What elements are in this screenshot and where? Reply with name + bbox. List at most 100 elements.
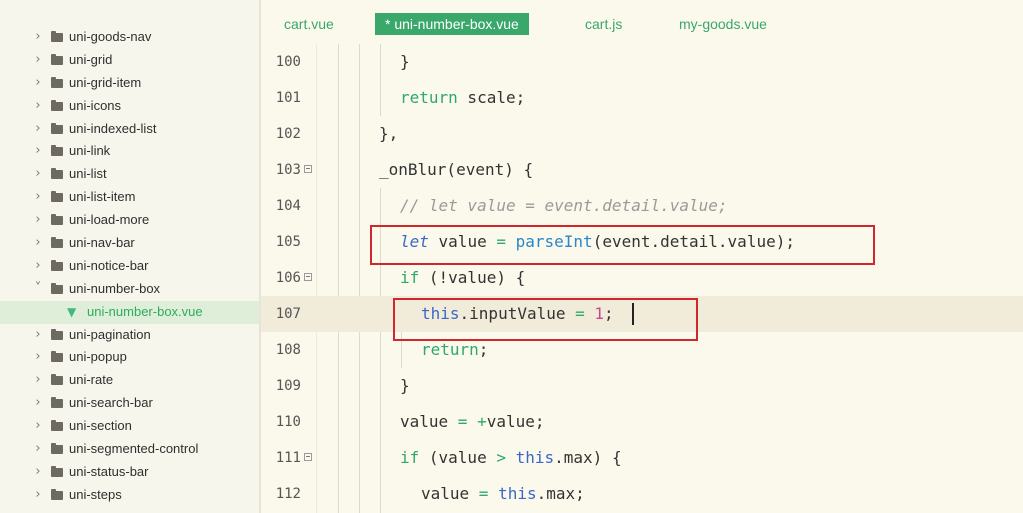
line-number: 101	[275, 90, 301, 106]
line-code: }	[400, 52, 410, 71]
code-line[interactable]: 112 value = this.max;	[261, 476, 1023, 512]
tree-item-label: uni-indexed-list	[69, 120, 157, 136]
line-number: 112	[275, 486, 301, 502]
folder-icon	[51, 76, 63, 88]
tree-item-label: uni-segmented-control	[69, 441, 199, 457]
chevron-right-icon[interactable]: ›	[33, 140, 43, 163]
line-code: }	[400, 376, 410, 395]
folder-icon	[51, 351, 63, 363]
tree-item-label: uni-grid	[69, 51, 113, 67]
highlight-box-line-105	[370, 225, 875, 265]
tree-folder-item[interactable]: › uni-section	[0, 415, 259, 438]
chevron-right-icon[interactable]: ›	[33, 324, 43, 347]
chevron-right-icon[interactable]: ›	[33, 26, 43, 49]
fold-toggle-icon[interactable]	[304, 165, 312, 173]
line-number: 109	[275, 378, 301, 394]
code-line[interactable]: 103 _onBlur(event) {	[261, 152, 1023, 188]
code-line[interactable]: 110 value = +value;	[261, 404, 1023, 440]
folder-icon	[51, 191, 63, 203]
tree-item-label: uni-load-more	[69, 212, 150, 228]
tree-folder-item[interactable]: › uni-load-more	[0, 209, 259, 232]
folder-icon	[51, 420, 63, 432]
folder-icon	[51, 237, 63, 249]
folder-icon	[51, 443, 63, 455]
chevron-right-icon[interactable]: ›	[33, 346, 43, 369]
chevron-down-icon[interactable]: ˅	[33, 278, 43, 301]
fold-toggle-icon[interactable]	[304, 273, 312, 281]
tree-folder-item[interactable]: › uni-search-bar	[0, 392, 259, 415]
tab-my-goods-vue[interactable]: my-goods.vue	[679, 13, 767, 35]
tree-item-label: uni-grid-item	[69, 74, 142, 90]
tree-item-label: uni-nav-bar	[69, 235, 135, 251]
line-number: 102	[275, 126, 301, 142]
line-number: 110	[275, 414, 301, 430]
chevron-right-icon[interactable]: ›	[33, 95, 43, 118]
tree-folder-item[interactable]: › uni-status-bar	[0, 461, 259, 484]
tree-folder-item[interactable]: › uni-rate	[0, 369, 259, 392]
folder-icon	[51, 168, 63, 180]
line-number: 100	[275, 54, 301, 70]
line-number: 107	[275, 306, 301, 322]
chevron-right-icon[interactable]: ›	[33, 461, 43, 484]
code-line[interactable]: 109 }	[261, 368, 1023, 404]
code-editor[interactable]: 100 } 101 return scale; 102 }, 103 _onBl…	[261, 44, 1023, 513]
tree-folder-item[interactable]: › uni-link	[0, 140, 259, 163]
chevron-right-icon[interactable]: ›	[33, 163, 43, 186]
line-code: // let value = event.detail.value;	[400, 196, 728, 215]
code-line[interactable]: 106 if (!value) {	[261, 260, 1023, 296]
chevron-right-icon[interactable]: ›	[33, 415, 43, 438]
tree-folder-item[interactable]: › uni-grid	[0, 49, 259, 72]
tree-folder-item[interactable]: › uni-goods-nav	[0, 26, 259, 49]
code-line[interactable]: 101 return scale;	[261, 80, 1023, 116]
vue-file-icon: ▼	[67, 304, 77, 319]
line-code: value = +value;	[400, 412, 545, 431]
tree-folder-item[interactable]: › uni-grid-item	[0, 72, 259, 95]
tree-folder-item[interactable]: ˅ uni-number-box	[0, 278, 259, 301]
tree-folder-item[interactable]: › uni-pagination	[0, 324, 259, 347]
chevron-right-icon[interactable]: ›	[33, 438, 43, 461]
tree-folder-item[interactable]: › uni-segmented-control	[0, 438, 259, 461]
tree-folder-item[interactable]: › uni-steps	[0, 484, 259, 507]
tree-item-label: uni-steps	[69, 486, 122, 502]
tab-uni-number-box-vue[interactable]: * uni-number-box.vue	[375, 13, 529, 35]
code-line[interactable]: 102 },	[261, 116, 1023, 152]
line-code: if (!value) {	[400, 268, 526, 287]
line-number: 106	[275, 270, 301, 286]
chevron-right-icon[interactable]: ›	[33, 49, 43, 72]
chevron-right-icon[interactable]: ›	[33, 484, 43, 507]
chevron-right-icon[interactable]: ›	[33, 392, 43, 415]
chevron-right-icon[interactable]: ›	[33, 118, 43, 141]
tree-item-label: uni-link	[69, 143, 111, 159]
folder-icon	[51, 488, 63, 500]
code-line[interactable]: 111 if (value > this.max) {	[261, 440, 1023, 476]
tree-folder-item[interactable]: › uni-nav-bar	[0, 232, 259, 255]
code-line[interactable]: 104 // let value = event.detail.value;	[261, 188, 1023, 224]
tree-file-item[interactable]: ▼ uni-number-box.vue	[0, 300, 259, 324]
chevron-right-icon[interactable]: ›	[33, 369, 43, 392]
chevron-right-icon[interactable]: ›	[33, 232, 43, 255]
chevron-right-icon[interactable]: ›	[33, 72, 43, 95]
tree-folder-item[interactable]: › uni-notice-bar	[0, 255, 259, 278]
tab-cart-js[interactable]: cart.js	[585, 13, 622, 35]
tree-folder-item[interactable]: › uni-list-item	[0, 186, 259, 209]
tree-item-label: uni-search-bar	[69, 395, 153, 411]
chevron-right-icon[interactable]: ›	[33, 255, 43, 278]
tree-item-label: uni-list-item	[69, 189, 136, 205]
chevron-right-icon[interactable]: ›	[33, 209, 43, 232]
tree-folder-item[interactable]: › uni-popup	[0, 346, 259, 369]
code-line[interactable]: 100 }	[261, 44, 1023, 80]
tree-item-label: uni-goods-nav	[69, 29, 152, 44]
fold-toggle-icon[interactable]	[304, 453, 312, 461]
tree-folder-item[interactable]: › uni-list	[0, 163, 259, 186]
line-number: 103	[275, 162, 301, 178]
tree-item-label: uni-number-box	[69, 280, 161, 296]
tree-folder-item[interactable]: › uni-icons	[0, 95, 259, 118]
tree-item-label: uni-list	[69, 166, 107, 182]
folder-icon	[51, 282, 63, 294]
folder-icon	[51, 328, 63, 340]
tree-item-label: uni-pagination	[69, 326, 151, 342]
chevron-right-icon[interactable]: ›	[33, 186, 43, 209]
tab-cart-vue[interactable]: cart.vue	[284, 13, 334, 35]
tree-item-label: uni-number-box.vue	[87, 303, 203, 319]
tree-folder-item[interactable]: › uni-indexed-list	[0, 118, 259, 141]
